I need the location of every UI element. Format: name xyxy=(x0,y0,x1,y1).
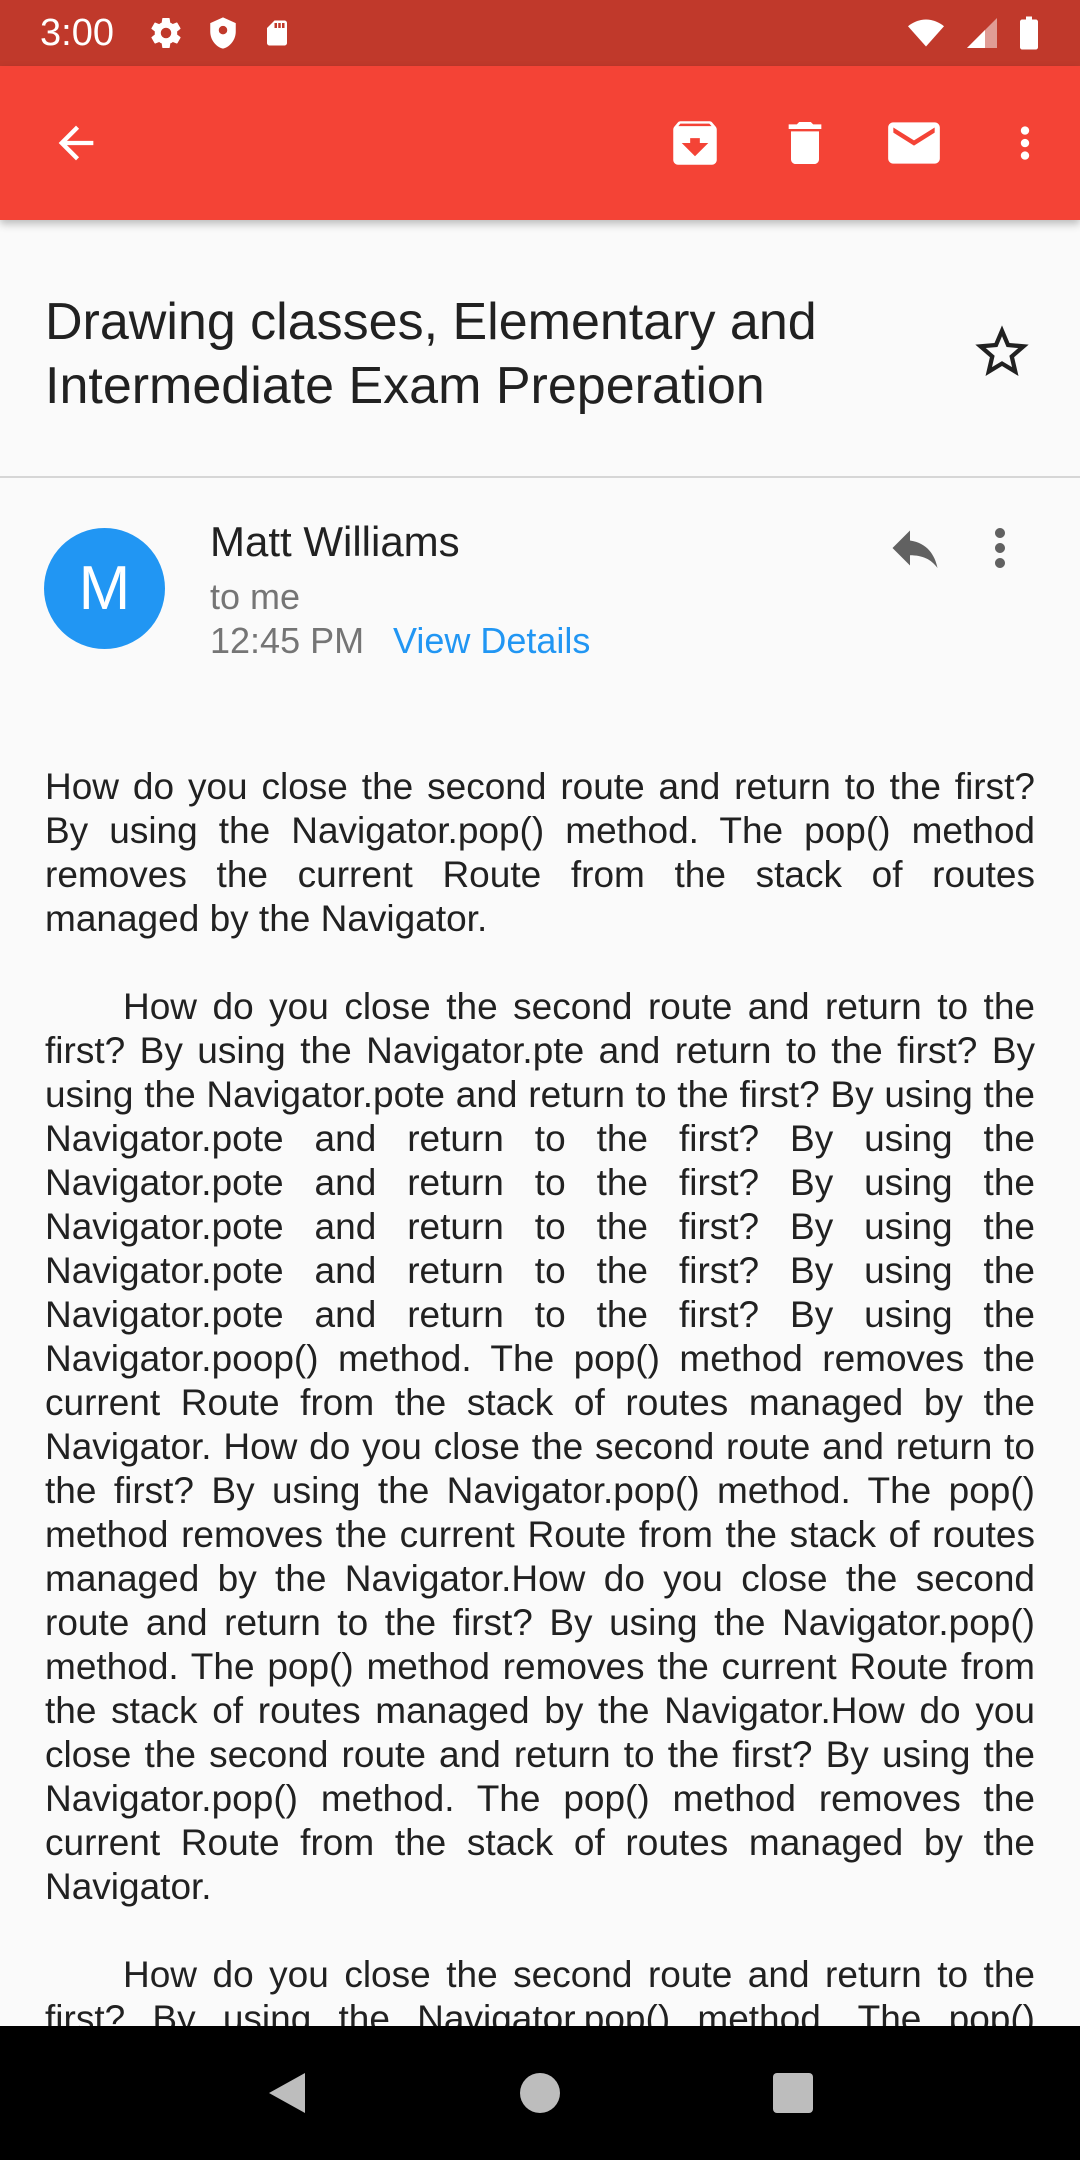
view-details-link[interactable]: View Details xyxy=(393,620,590,662)
overflow-menu-button[interactable] xyxy=(1000,66,1050,220)
body-paragraph: How do you close the second route and re… xyxy=(45,766,1035,939)
status-notification-icons xyxy=(148,15,292,51)
nav-home-icon xyxy=(519,2073,560,2113)
message-more-button[interactable] xyxy=(985,518,1015,578)
archive-button[interactable] xyxy=(660,66,730,220)
app-bar xyxy=(0,66,1080,220)
settings-icon xyxy=(151,18,181,49)
back-arrow-icon xyxy=(58,125,94,161)
status-system-icons xyxy=(906,15,1040,51)
nav-back-icon xyxy=(268,2073,305,2113)
mail-icon xyxy=(888,122,940,164)
body-paragraph: How do you close the second route and re… xyxy=(45,1954,1035,2026)
sender-header: M Matt Williams to me 12:45 PM View Deta… xyxy=(0,478,1080,708)
archive-icon xyxy=(673,121,717,165)
sender-name: Matt Williams xyxy=(210,518,460,565)
reply-icon xyxy=(892,530,938,568)
nav-recents-button[interactable] xyxy=(763,2063,823,2123)
more-vert-icon xyxy=(1020,126,1030,160)
cell-signal-icon xyxy=(967,18,997,48)
star-button[interactable] xyxy=(970,320,1034,384)
delete-button[interactable] xyxy=(770,66,840,220)
body-paragraph: How do you close the second route and re… xyxy=(45,986,1035,1907)
sd-card-icon xyxy=(266,20,287,46)
email-subject: Drawing classes, Elementary and Intermed… xyxy=(45,293,817,415)
avatar[interactable]: M xyxy=(44,528,165,649)
more-vert-icon xyxy=(995,528,1005,568)
email-body-text: How do you close the second route and re… xyxy=(45,765,1035,2026)
reply-button[interactable] xyxy=(885,518,945,578)
back-button[interactable] xyxy=(40,66,112,220)
nav-home-button[interactable] xyxy=(510,2063,570,2123)
nav-back-button[interactable] xyxy=(257,2063,317,2123)
star-outline-icon xyxy=(975,325,1029,376)
subject-section: Drawing classes, Elementary and Intermed… xyxy=(0,220,1080,478)
status-time: 3:00 xyxy=(40,11,114,54)
mark-unread-button[interactable] xyxy=(878,66,950,220)
system-nav-bar xyxy=(0,2026,1080,2160)
email-body: How do you close the second route and re… xyxy=(0,708,1080,2026)
battery-icon xyxy=(1020,16,1038,50)
shield-icon xyxy=(210,17,236,49)
delete-icon xyxy=(788,122,822,164)
status-bar: 3:00 xyxy=(0,0,1080,66)
recipient-line: to me xyxy=(210,576,301,617)
email-time: 12:45 PM xyxy=(210,620,365,661)
nav-recents-icon xyxy=(773,2073,814,2113)
wifi-icon xyxy=(908,19,944,47)
